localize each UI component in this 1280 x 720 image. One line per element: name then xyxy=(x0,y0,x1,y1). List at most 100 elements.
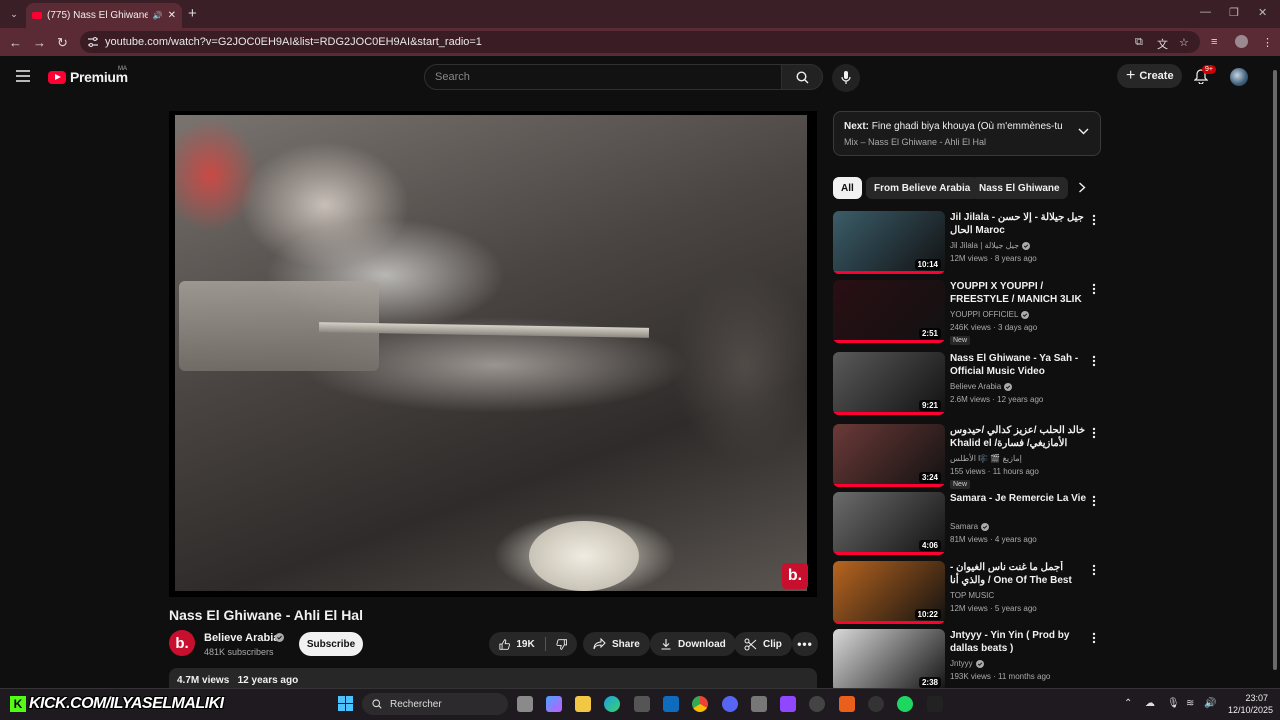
volume-icon[interactable]: 🔊 xyxy=(1204,698,1216,709)
browser-tab[interactable]: (775) Nass El Ghiwane - Ahli El Hal 🔊 ✕ xyxy=(26,3,182,28)
download-button[interactable]: Download xyxy=(650,632,736,656)
search-button[interactable] xyxy=(781,64,823,90)
translate-icon[interactable]: 文 xyxy=(1157,36,1168,52)
recommendation-item[interactable]: 10:14 Jil Jilala - جيل جيلالة - إلا حسن … xyxy=(833,211,1101,275)
channel-name[interactable]: Believe Arabia xyxy=(204,632,279,644)
video-thumbnail[interactable]: 10:22 xyxy=(833,561,945,624)
recommendation-title[interactable]: Nass El Ghiwane - Ya Sah - Official Musi… xyxy=(950,352,1088,378)
task-view-icon[interactable] xyxy=(517,696,533,712)
page-scrollbar[interactable] xyxy=(1272,60,1278,688)
recommendation-title[interactable]: Jntyyy - Yin Yin ( Prod by dallas beats … xyxy=(950,629,1088,655)
more-actions-button[interactable]: ••• xyxy=(792,632,818,656)
window-close-button[interactable]: ✕ xyxy=(1258,6,1267,19)
back-button[interactable]: ← xyxy=(9,35,22,50)
chip-from-believe-arabia[interactable]: From Believe Arabia xyxy=(866,177,979,199)
cloud-icon[interactable]: ☁ xyxy=(1145,698,1155,709)
chevron-down-icon[interactable] xyxy=(1078,128,1089,135)
profile-avatar[interactable] xyxy=(1235,35,1248,48)
like-icon[interactable] xyxy=(499,638,510,651)
channel-avatar[interactable]: b. xyxy=(169,630,195,656)
obs-icon[interactable] xyxy=(809,696,825,712)
bookmark-star-icon[interactable]: ☆ xyxy=(1179,36,1189,49)
edge-icon[interactable] xyxy=(604,696,620,712)
recommendation-channel[interactable]: TOP MUSIC xyxy=(950,591,994,600)
maximize-button[interactable]: ❐ xyxy=(1229,6,1239,19)
chip-nass-el-ghiwane[interactable]: Nass El Ghiwane xyxy=(971,177,1068,199)
recommendation-title[interactable]: YOUPPI X YOUPPI / FREESTYLE / MANICH 3LI… xyxy=(950,280,1088,306)
reload-button[interactable]: ↻ xyxy=(57,35,68,51)
new-tab-button[interactable]: + xyxy=(188,5,197,22)
video-thumbnail[interactable]: 2:38 xyxy=(833,629,945,692)
address-bar[interactable]: youtube.com/watch?v=G2JOC0EH9AI&list=RDG… xyxy=(80,31,1200,53)
recommendation-title[interactable]: خالد الحلب /عزيز كدالي /حيدوس Khalid el … xyxy=(950,424,1088,451)
cast-icon[interactable]: ⧉ xyxy=(1135,36,1143,49)
tray-overflow-icon[interactable]: ⌃ xyxy=(1124,698,1132,709)
chip-all[interactable]: All xyxy=(833,177,862,199)
dislike-icon[interactable] xyxy=(556,638,567,651)
chrome-icon[interactable] xyxy=(692,696,708,712)
spotify-icon[interactable] xyxy=(897,696,913,712)
more-vertical-icon[interactable] xyxy=(1092,355,1096,367)
recommendation-item[interactable]: 9:21 Nass El Ghiwane - Ya Sah - Official… xyxy=(833,352,1101,416)
wifi-icon[interactable]: ≋ xyxy=(1186,698,1194,709)
channel-watermark[interactable]: b. xyxy=(782,563,808,589)
video-thumbnail[interactable]: 3:24 xyxy=(833,424,945,487)
copilot-icon[interactable] xyxy=(546,696,562,712)
create-button[interactable]: + Create xyxy=(1117,64,1182,88)
like-count[interactable]: 19K xyxy=(516,639,534,650)
microphone-tray-icon[interactable]: 🎙 xyxy=(1167,698,1180,709)
recommendation-item[interactable]: 2:51 YOUPPI X YOUPPI / FREESTYLE / MANIC… xyxy=(833,280,1101,345)
more-vertical-icon[interactable] xyxy=(1092,564,1096,576)
recommendation-item[interactable]: 3:24 خالد الحلب /عزيز كدالي /حيدوس Khali… xyxy=(833,424,1101,489)
recommendation-title[interactable]: Samara - Je Remercie La Vie xyxy=(950,492,1088,505)
outlook-icon[interactable] xyxy=(663,696,679,712)
media-controls-icon[interactable]: ≡ xyxy=(1211,36,1217,48)
subscribe-button[interactable]: Subscribe xyxy=(299,632,363,656)
recommendation-title[interactable]: Jil Jilala - جيل جيلالة - إلا حسن الحال … xyxy=(950,211,1088,237)
store-icon[interactable] xyxy=(634,696,650,712)
forward-button[interactable]: → xyxy=(33,35,46,50)
clip-button[interactable]: Clip xyxy=(734,632,792,656)
app-icon[interactable] xyxy=(751,696,767,712)
recommendation-channel[interactable]: Jntyyy xyxy=(950,659,973,668)
tab-close-icon[interactable]: ✕ xyxy=(168,10,176,21)
recommendation-item[interactable]: 2:38 Jntyyy - Yin Yin ( Prod by dallas b… xyxy=(833,629,1101,693)
scrollbar-thumb[interactable] xyxy=(1273,70,1277,670)
hamburger-menu-icon[interactable] xyxy=(16,70,30,82)
playlist-up-next[interactable]: Next: Fine ghadi biya khouya (Où m'emmèn… xyxy=(833,111,1101,156)
more-vertical-icon[interactable] xyxy=(1092,495,1096,507)
video-player[interactable]: b. xyxy=(169,111,817,597)
video-thumbnail[interactable]: 9:21 xyxy=(833,352,945,415)
chrome-menu-icon[interactable]: ⋮ xyxy=(1262,36,1273,49)
recommendation-channel[interactable]: Jil Jilala | جيل جيلالة xyxy=(950,241,1019,250)
search-input[interactable]: Search xyxy=(424,64,782,90)
video-thumbnail[interactable]: 2:51 xyxy=(833,280,945,343)
recommendation-title[interactable]: أجمل ما غنت ناس الغيوان - والذي أنا / On… xyxy=(950,561,1088,588)
account-avatar[interactable] xyxy=(1230,68,1248,86)
taskbar-search[interactable]: Rechercher xyxy=(362,693,508,715)
recommendation-channel[interactable]: إمازيغ 🎬 🎼 الأطلس xyxy=(950,454,1022,463)
recommendation-channel[interactable]: Believe Arabia xyxy=(950,382,1001,391)
more-vertical-icon[interactable] xyxy=(1092,214,1096,226)
chevron-right-icon[interactable] xyxy=(1078,182,1086,193)
youtube-premium-logo[interactable]: Premium MA xyxy=(48,66,128,85)
gamepad-icon[interactable] xyxy=(780,696,796,712)
clock[interactable]: 23:07 12/10/2025 xyxy=(1228,692,1273,716)
tab-search-button[interactable]: ⌄ xyxy=(6,6,22,22)
capcut-icon[interactable] xyxy=(927,696,943,712)
app-icon-orange[interactable] xyxy=(839,696,855,712)
app-icon-dark[interactable] xyxy=(868,696,884,712)
recommendation-channel[interactable]: Samara xyxy=(950,522,978,531)
more-vertical-icon[interactable] xyxy=(1092,632,1096,644)
more-vertical-icon[interactable] xyxy=(1092,283,1096,295)
voice-search-button[interactable] xyxy=(832,64,860,92)
windows-start-icon[interactable] xyxy=(338,696,353,711)
recommendation-channel[interactable]: YOUPPI OFFICIEL xyxy=(950,310,1018,319)
share-button[interactable]: Share xyxy=(583,632,650,656)
minimize-button[interactable]: — xyxy=(1200,6,1211,18)
discord-icon[interactable] xyxy=(722,696,738,712)
file-explorer-icon[interactable] xyxy=(575,696,591,712)
site-info-icon[interactable] xyxy=(87,36,99,48)
video-thumbnail[interactable]: 10:14 xyxy=(833,211,945,274)
video-thumbnail[interactable]: 4:06 xyxy=(833,492,945,555)
